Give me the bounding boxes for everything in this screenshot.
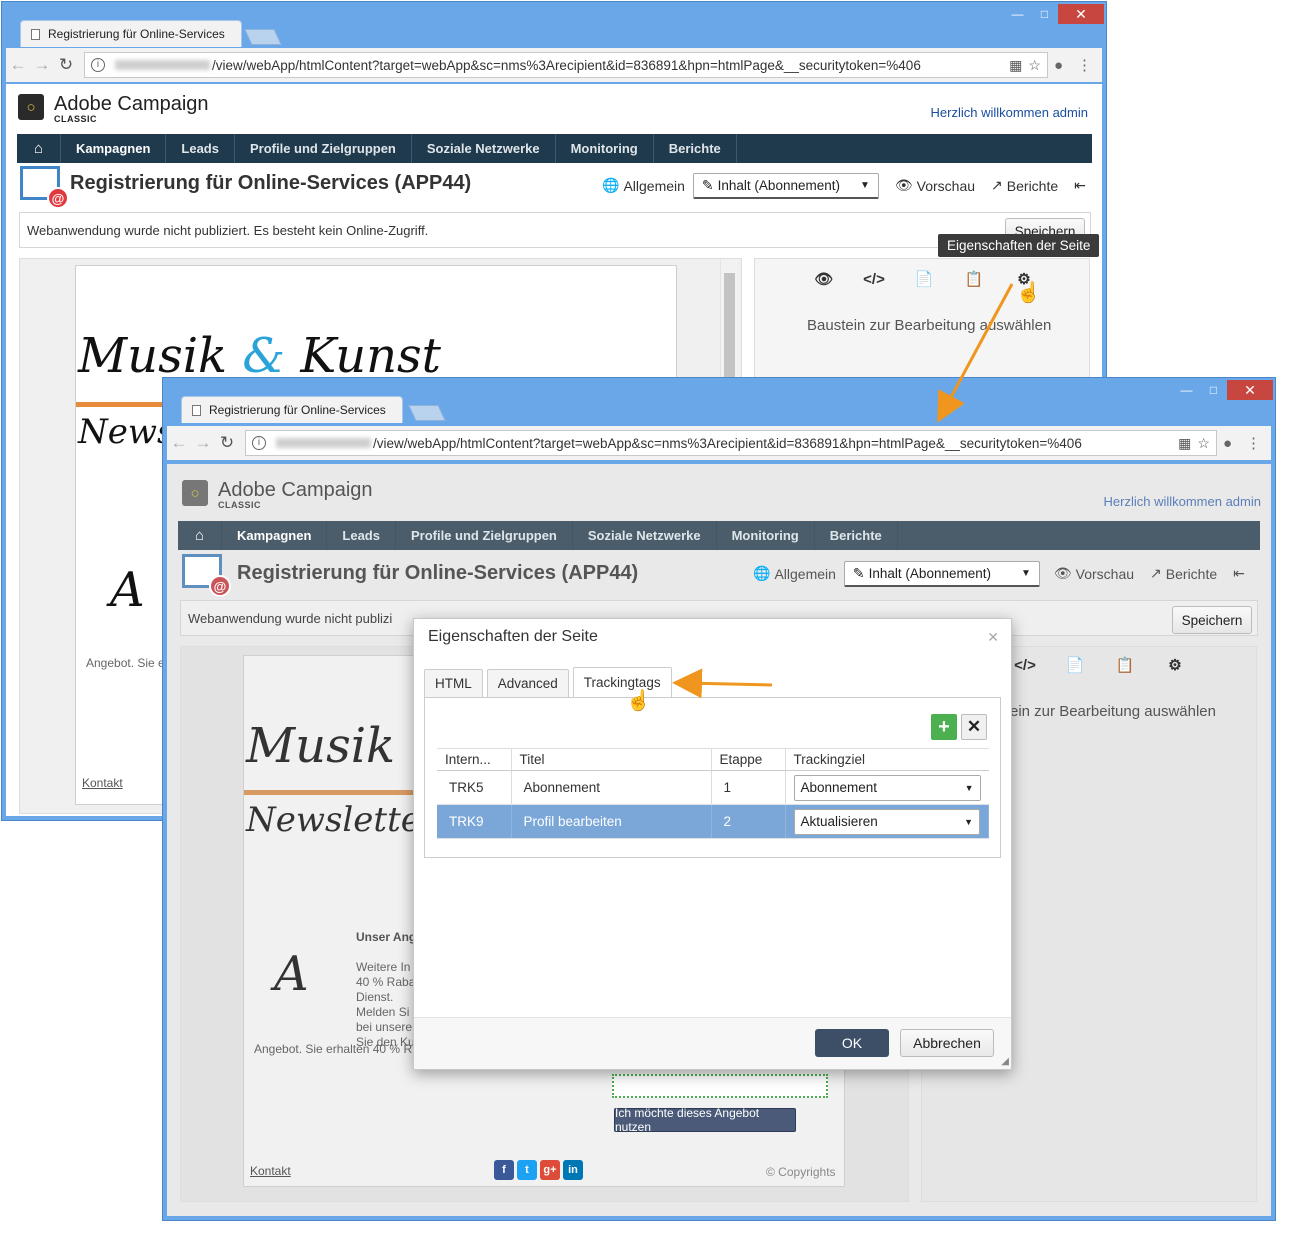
arrow-to-dialog <box>937 283 1014 423</box>
annotation-arrows <box>672 283 1014 699</box>
hand-cursor-icon: ☝ <box>1016 282 1041 304</box>
hand-cursor-icon: ☝ <box>626 690 651 712</box>
arrow-to-tab <box>672 668 773 699</box>
